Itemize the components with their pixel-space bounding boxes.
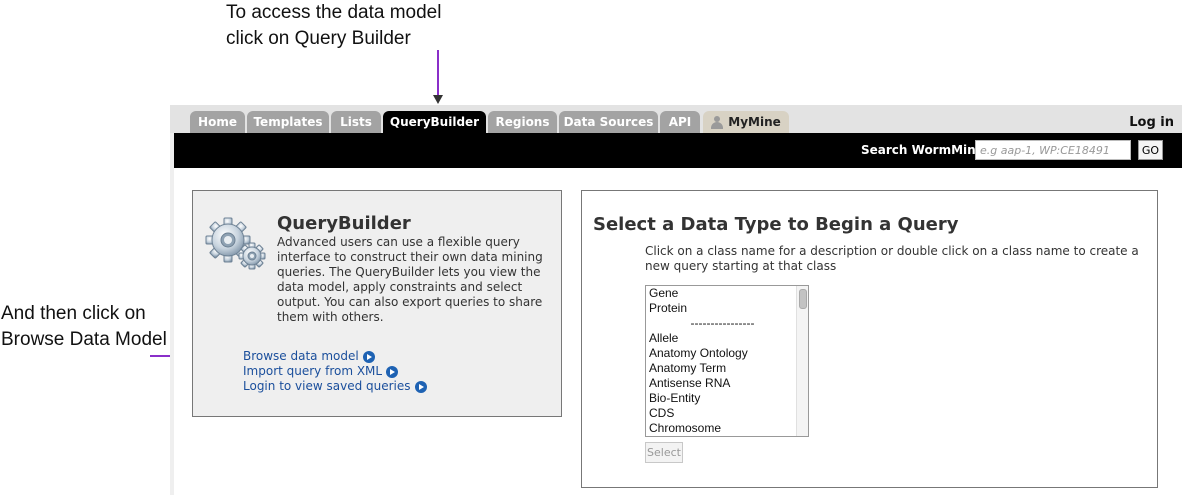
tab-label: Lists bbox=[340, 115, 372, 129]
tab-label: Templates bbox=[253, 115, 323, 129]
user-icon bbox=[711, 115, 724, 129]
annotation-left: And then click on Browse Data Model bbox=[1, 301, 167, 353]
search-bar: Search WormMine GO bbox=[174, 133, 1182, 168]
list-item[interactable]: CDS bbox=[646, 406, 808, 421]
login-saved-queries-link[interactable]: Login to view saved queries bbox=[243, 379, 427, 394]
main-content: QueryBuilder Advanced users can use a fl… bbox=[174, 168, 1182, 495]
search-input[interactable] bbox=[975, 140, 1131, 160]
login-link[interactable]: Log in bbox=[1129, 115, 1174, 130]
link-label: Import query from XML bbox=[243, 364, 383, 378]
arrow-down-icon bbox=[433, 95, 443, 104]
tab-api[interactable]: API bbox=[660, 111, 700, 133]
datatype-description: Click on a class name for a description … bbox=[645, 244, 1139, 273]
tab-querybuilder[interactable]: QueryBuilder bbox=[383, 111, 486, 133]
datatype-title: Select a Data Type to Begin a Query bbox=[593, 214, 959, 235]
link-label: Login to view saved queries bbox=[243, 379, 411, 393]
annotation-left-line2: Browse Data Model bbox=[1, 329, 167, 350]
list-item[interactable]: Allele bbox=[646, 331, 808, 346]
list-separator: ---------------- bbox=[690, 316, 755, 330]
annotation-top: To access the data model click on Query … bbox=[226, 0, 441, 52]
tab-regions[interactable]: Regions bbox=[488, 111, 557, 133]
querybuilder-description: Advanced users can use a flexible query … bbox=[277, 235, 543, 324]
annotation-top-line1: To access the data model bbox=[226, 2, 442, 23]
tab-label: Home bbox=[198, 115, 237, 129]
tab-templates[interactable]: Templates bbox=[247, 111, 329, 133]
gears-icon bbox=[205, 217, 266, 270]
list-item[interactable]: Anatomy Term bbox=[646, 361, 808, 376]
browse-data-model-link[interactable]: Browse data model bbox=[243, 349, 427, 364]
tab-label: API bbox=[668, 115, 692, 129]
querybuilder-panel: QueryBuilder Advanced users can use a fl… bbox=[192, 190, 562, 417]
list-item[interactable]: Bio-Entity bbox=[646, 391, 808, 406]
tab-mymine[interactable]: MyMine bbox=[703, 111, 789, 133]
tab-label: QueryBuilder bbox=[389, 115, 480, 129]
list-item[interactable]: Gene bbox=[646, 286, 808, 301]
tab-lists[interactable]: Lists bbox=[331, 111, 381, 133]
link-label: Browse data model bbox=[243, 349, 359, 363]
arrow-circle-icon bbox=[362, 350, 375, 363]
listbox-scrollbar[interactable] bbox=[796, 286, 808, 436]
list-item[interactable]: Antisense RNA bbox=[646, 376, 808, 391]
class-listbox[interactable]: Gene Protein ---------------- Allele Ana… bbox=[645, 285, 809, 437]
list-item[interactable]: Protein bbox=[646, 301, 808, 316]
list-item[interactable]: Chromosome bbox=[646, 421, 808, 436]
arrow-circle-icon bbox=[386, 365, 399, 378]
import-query-link[interactable]: Import query from XML bbox=[243, 364, 427, 379]
tab-home[interactable]: Home bbox=[190, 111, 245, 133]
tab-label: Data Sources bbox=[563, 115, 654, 129]
querybuilder-title: QueryBuilder bbox=[277, 213, 411, 234]
tab-label: MyMine bbox=[728, 115, 781, 129]
tab-data-sources[interactable]: Data Sources bbox=[559, 111, 658, 133]
annotation-left-line1: And then click on bbox=[1, 303, 146, 324]
querybuilder-links: Browse data model Import query from XML … bbox=[243, 349, 427, 394]
annotation-top-line2: click on Query Builder bbox=[226, 28, 411, 49]
select-button[interactable]: Select bbox=[645, 442, 683, 463]
datatype-panel: Select a Data Type to Begin a Query Clic… bbox=[581, 190, 1158, 488]
app-window: Home Templates Lists QueryBuilder Region… bbox=[170, 105, 1182, 495]
tab-label: Regions bbox=[495, 115, 550, 129]
annotation-arrow-line-vertical bbox=[437, 50, 439, 96]
list-item[interactable]: Anatomy Ontology bbox=[646, 346, 808, 361]
scrollbar-thumb[interactable] bbox=[799, 289, 807, 309]
nav-tabbar: Home Templates Lists QueryBuilder Region… bbox=[170, 105, 1182, 133]
arrow-circle-icon bbox=[414, 380, 427, 393]
search-label: Search WormMine bbox=[861, 143, 984, 157]
go-button[interactable]: GO bbox=[1138, 140, 1163, 160]
